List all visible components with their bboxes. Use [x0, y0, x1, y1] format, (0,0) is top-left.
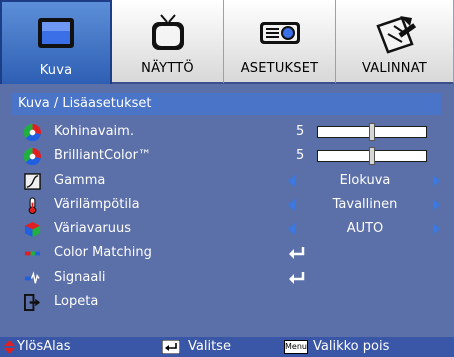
- tab-valinnat[interactable]: VALINNAT: [336, 0, 454, 84]
- menu-item-variavaruus[interactable]: Väriavaruus AUTO: [0, 217, 454, 241]
- arrow-left-icon[interactable]: [288, 174, 295, 187]
- tab-label: VALINNAT: [362, 61, 427, 76]
- projector-icon: [259, 22, 300, 44]
- noise-reduction-slider[interactable]: [317, 123, 427, 141]
- color-matching-icon: [24, 252, 41, 256]
- slider-knob[interactable]: [369, 147, 375, 166]
- nav-hint: YlösAlas: [17, 339, 71, 354]
- rgb-circle-icon: [24, 148, 41, 166]
- slider-value: 5: [296, 124, 305, 139]
- tab-label: NÄYTTÖ: [141, 61, 194, 76]
- exit-icon: [24, 294, 41, 312]
- osd-menu: Kuva NÄYTTÖ ASETUKSET VALINNAT Kuva / Li…: [0, 0, 454, 357]
- menu-item-lopeta[interactable]: Lopeta: [0, 290, 454, 314]
- arrow-left-icon[interactable]: [288, 223, 295, 236]
- tab-label: Kuva: [39, 63, 73, 78]
- color-cube-icon: [24, 222, 41, 238]
- menu-item-label: Väriavaruus: [54, 221, 132, 237]
- menu-item-kohinavaim[interactable]: Kohinavaim. 5: [0, 120, 454, 144]
- menu-item-gamma[interactable]: Gamma Elokuva: [0, 169, 454, 193]
- up-down-arrows-icon: [4, 340, 15, 354]
- exit-hint: Valikko pois: [313, 339, 390, 354]
- enter-icon[interactable]: [288, 246, 306, 260]
- enter-icon[interactable]: [288, 271, 306, 285]
- brilliantcolor-slider[interactable]: [317, 147, 427, 166]
- breadcrumb: Kuva / Lisäasetukset: [12, 93, 442, 115]
- thermometer-icon: [28, 197, 37, 214]
- menu-key-icon: Menu: [284, 340, 308, 354]
- tools-icon: [375, 16, 416, 54]
- menu-item-color-matching[interactable]: Color Matching: [0, 241, 454, 265]
- tv-icon: [151, 14, 184, 50]
- arrow-right-icon[interactable]: [433, 174, 440, 187]
- slider-knob[interactable]: [369, 123, 375, 141]
- tab-bar: Kuva NÄYTTÖ ASETUKSET VALINNAT: [0, 0, 454, 84]
- arrow-right-icon[interactable]: [433, 198, 440, 211]
- gamma-option: Elokuva: [339, 172, 391, 188]
- menu-item-signaali[interactable]: Signaali: [0, 266, 454, 290]
- menu-item-label: Kohinavaim.: [54, 124, 134, 139]
- enter-key-icon: [162, 340, 180, 354]
- arrow-left-icon[interactable]: [288, 198, 295, 211]
- help-bar: YlösAlas Valitse Menu Valikko pois: [0, 337, 454, 357]
- gamma-icon: [24, 172, 41, 190]
- menu-item-label: Värilämpötila: [54, 196, 140, 212]
- arrow-right-icon[interactable]: [433, 223, 440, 236]
- color-space-option: AUTO: [346, 221, 384, 237]
- menu-item-label: Signaali: [54, 269, 106, 285]
- monitor-icon: [38, 18, 74, 48]
- menu-item-label: Lopeta: [54, 294, 99, 310]
- menu-item-brilliantcolor[interactable]: BrilliantColor™ 5: [0, 144, 454, 168]
- signal-icon: [24, 271, 40, 284]
- slider-value: 5: [296, 148, 305, 164]
- menu-item-label: Color Matching: [54, 245, 152, 261]
- tab-asetukset[interactable]: ASETUKSET: [224, 0, 336, 84]
- menu-list: Kohinavaim. 5 BrilliantColor™ 5 Gamma El…: [0, 120, 454, 314]
- menu-item-label: Gamma: [54, 172, 106, 188]
- menu-item-varilampotila[interactable]: Värilämpötila Tavallinen: [0, 193, 454, 217]
- tab-label: ASETUKSET: [240, 61, 319, 76]
- rgb-circle-icon: [24, 124, 41, 141]
- tab-naytto[interactable]: NÄYTTÖ: [112, 0, 224, 84]
- color-temp-option: Tavallinen: [332, 196, 398, 212]
- tab-kuva[interactable]: Kuva: [0, 0, 112, 84]
- select-hint: Valitse: [188, 339, 231, 354]
- menu-item-label: BrilliantColor™: [54, 148, 151, 164]
